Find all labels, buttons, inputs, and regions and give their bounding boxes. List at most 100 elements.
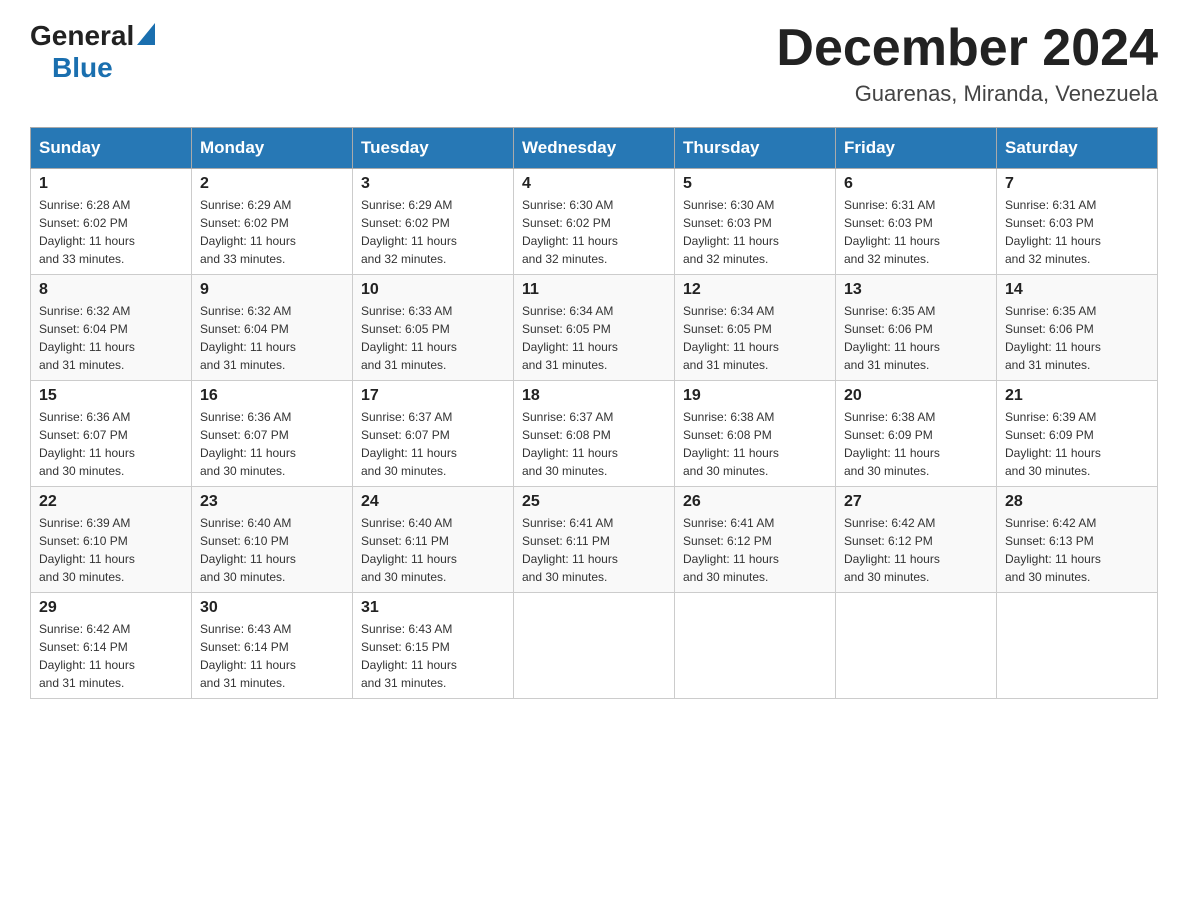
calendar-week-row: 8 Sunrise: 6:32 AM Sunset: 6:04 PM Dayli… [31, 275, 1158, 381]
calendar-day-cell: 17 Sunrise: 6:37 AM Sunset: 6:07 PM Dayl… [353, 381, 514, 487]
day-info: Sunrise: 6:31 AM Sunset: 6:03 PM Dayligh… [1005, 196, 1149, 268]
day-number: 17 [361, 387, 505, 405]
calendar-day-cell: 26 Sunrise: 6:41 AM Sunset: 6:12 PM Dayl… [675, 487, 836, 593]
day-number: 15 [39, 387, 183, 405]
calendar-day-cell: 10 Sunrise: 6:33 AM Sunset: 6:05 PM Dayl… [353, 275, 514, 381]
day-info: Sunrise: 6:37 AM Sunset: 6:07 PM Dayligh… [361, 408, 505, 480]
day-number: 14 [1005, 281, 1149, 299]
calendar-day-cell: 5 Sunrise: 6:30 AM Sunset: 6:03 PM Dayli… [675, 169, 836, 275]
day-number: 27 [844, 493, 988, 511]
day-info: Sunrise: 6:40 AM Sunset: 6:11 PM Dayligh… [361, 514, 505, 586]
calendar-day-cell: 7 Sunrise: 6:31 AM Sunset: 6:03 PM Dayli… [997, 169, 1158, 275]
day-info: Sunrise: 6:30 AM Sunset: 6:03 PM Dayligh… [683, 196, 827, 268]
calendar-day-cell [675, 593, 836, 699]
day-number: 6 [844, 175, 988, 193]
day-info: Sunrise: 6:41 AM Sunset: 6:12 PM Dayligh… [683, 514, 827, 586]
calendar-day-cell: 31 Sunrise: 6:43 AM Sunset: 6:15 PM Dayl… [353, 593, 514, 699]
day-number: 30 [200, 599, 344, 617]
calendar-week-row: 15 Sunrise: 6:36 AM Sunset: 6:07 PM Dayl… [31, 381, 1158, 487]
day-info: Sunrise: 6:28 AM Sunset: 6:02 PM Dayligh… [39, 196, 183, 268]
day-info: Sunrise: 6:43 AM Sunset: 6:14 PM Dayligh… [200, 620, 344, 692]
calendar-day-cell: 9 Sunrise: 6:32 AM Sunset: 6:04 PM Dayli… [192, 275, 353, 381]
day-of-week-header: Wednesday [514, 128, 675, 169]
day-number: 21 [1005, 387, 1149, 405]
logo-general: General [30, 20, 134, 52]
day-number: 26 [683, 493, 827, 511]
day-of-week-header: Tuesday [353, 128, 514, 169]
day-info: Sunrise: 6:35 AM Sunset: 6:06 PM Dayligh… [844, 302, 988, 374]
calendar-day-cell: 14 Sunrise: 6:35 AM Sunset: 6:06 PM Dayl… [997, 275, 1158, 381]
calendar-day-cell: 16 Sunrise: 6:36 AM Sunset: 6:07 PM Dayl… [192, 381, 353, 487]
calendar-body: 1 Sunrise: 6:28 AM Sunset: 6:02 PM Dayli… [31, 169, 1158, 699]
title-block: December 2024 Guarenas, Miranda, Venezue… [776, 20, 1158, 107]
day-info: Sunrise: 6:35 AM Sunset: 6:06 PM Dayligh… [1005, 302, 1149, 374]
calendar-day-cell: 22 Sunrise: 6:39 AM Sunset: 6:10 PM Dayl… [31, 487, 192, 593]
calendar-day-cell: 15 Sunrise: 6:36 AM Sunset: 6:07 PM Dayl… [31, 381, 192, 487]
day-number: 22 [39, 493, 183, 511]
logo: General Blue [30, 20, 155, 84]
day-of-week-header: Thursday [675, 128, 836, 169]
calendar-day-cell: 13 Sunrise: 6:35 AM Sunset: 6:06 PM Dayl… [836, 275, 997, 381]
logo-triangle-icon [137, 23, 155, 45]
calendar-week-row: 22 Sunrise: 6:39 AM Sunset: 6:10 PM Dayl… [31, 487, 1158, 593]
calendar-day-cell: 25 Sunrise: 6:41 AM Sunset: 6:11 PM Dayl… [514, 487, 675, 593]
day-number: 19 [683, 387, 827, 405]
day-info: Sunrise: 6:43 AM Sunset: 6:15 PM Dayligh… [361, 620, 505, 692]
calendar-week-row: 29 Sunrise: 6:42 AM Sunset: 6:14 PM Dayl… [31, 593, 1158, 699]
calendar-day-cell: 19 Sunrise: 6:38 AM Sunset: 6:08 PM Dayl… [675, 381, 836, 487]
calendar-day-cell: 3 Sunrise: 6:29 AM Sunset: 6:02 PM Dayli… [353, 169, 514, 275]
day-number: 31 [361, 599, 505, 617]
calendar-day-cell: 1 Sunrise: 6:28 AM Sunset: 6:02 PM Dayli… [31, 169, 192, 275]
calendar-day-cell: 21 Sunrise: 6:39 AM Sunset: 6:09 PM Dayl… [997, 381, 1158, 487]
day-number: 16 [200, 387, 344, 405]
day-number: 29 [39, 599, 183, 617]
day-info: Sunrise: 6:41 AM Sunset: 6:11 PM Dayligh… [522, 514, 666, 586]
calendar-day-cell: 11 Sunrise: 6:34 AM Sunset: 6:05 PM Dayl… [514, 275, 675, 381]
day-number: 1 [39, 175, 183, 193]
calendar-day-cell [836, 593, 997, 699]
calendar-day-cell: 2 Sunrise: 6:29 AM Sunset: 6:02 PM Dayli… [192, 169, 353, 275]
calendar-day-cell: 6 Sunrise: 6:31 AM Sunset: 6:03 PM Dayli… [836, 169, 997, 275]
day-number: 23 [200, 493, 344, 511]
day-number: 28 [1005, 493, 1149, 511]
calendar-day-cell: 12 Sunrise: 6:34 AM Sunset: 6:05 PM Dayl… [675, 275, 836, 381]
day-of-week-header: Monday [192, 128, 353, 169]
day-number: 24 [361, 493, 505, 511]
day-of-week-header: Saturday [997, 128, 1158, 169]
calendar-day-cell: 4 Sunrise: 6:30 AM Sunset: 6:02 PM Dayli… [514, 169, 675, 275]
day-number: 5 [683, 175, 827, 193]
day-number: 11 [522, 281, 666, 299]
day-number: 3 [361, 175, 505, 193]
day-info: Sunrise: 6:37 AM Sunset: 6:08 PM Dayligh… [522, 408, 666, 480]
calendar-week-row: 1 Sunrise: 6:28 AM Sunset: 6:02 PM Dayli… [31, 169, 1158, 275]
calendar-day-cell: 24 Sunrise: 6:40 AM Sunset: 6:11 PM Dayl… [353, 487, 514, 593]
day-number: 7 [1005, 175, 1149, 193]
calendar-day-cell: 20 Sunrise: 6:38 AM Sunset: 6:09 PM Dayl… [836, 381, 997, 487]
day-info: Sunrise: 6:34 AM Sunset: 6:05 PM Dayligh… [683, 302, 827, 374]
day-number: 8 [39, 281, 183, 299]
day-number: 10 [361, 281, 505, 299]
day-info: Sunrise: 6:34 AM Sunset: 6:05 PM Dayligh… [522, 302, 666, 374]
day-number: 4 [522, 175, 666, 193]
day-of-week-header: Friday [836, 128, 997, 169]
day-info: Sunrise: 6:36 AM Sunset: 6:07 PM Dayligh… [200, 408, 344, 480]
day-number: 25 [522, 493, 666, 511]
day-info: Sunrise: 6:38 AM Sunset: 6:09 PM Dayligh… [844, 408, 988, 480]
day-info: Sunrise: 6:42 AM Sunset: 6:14 PM Dayligh… [39, 620, 183, 692]
calendar-day-cell: 29 Sunrise: 6:42 AM Sunset: 6:14 PM Dayl… [31, 593, 192, 699]
day-info: Sunrise: 6:33 AM Sunset: 6:05 PM Dayligh… [361, 302, 505, 374]
calendar-day-cell [997, 593, 1158, 699]
day-number: 12 [683, 281, 827, 299]
day-info: Sunrise: 6:40 AM Sunset: 6:10 PM Dayligh… [200, 514, 344, 586]
day-info: Sunrise: 6:31 AM Sunset: 6:03 PM Dayligh… [844, 196, 988, 268]
day-of-week-header: Sunday [31, 128, 192, 169]
day-number: 20 [844, 387, 988, 405]
day-info: Sunrise: 6:32 AM Sunset: 6:04 PM Dayligh… [39, 302, 183, 374]
day-info: Sunrise: 6:29 AM Sunset: 6:02 PM Dayligh… [361, 196, 505, 268]
month-title: December 2024 [776, 20, 1158, 77]
header-row: SundayMondayTuesdayWednesdayThursdayFrid… [31, 128, 1158, 169]
calendar-day-cell: 18 Sunrise: 6:37 AM Sunset: 6:08 PM Dayl… [514, 381, 675, 487]
day-info: Sunrise: 6:39 AM Sunset: 6:09 PM Dayligh… [1005, 408, 1149, 480]
day-info: Sunrise: 6:42 AM Sunset: 6:12 PM Dayligh… [844, 514, 988, 586]
logo-blue: Blue [52, 52, 113, 83]
